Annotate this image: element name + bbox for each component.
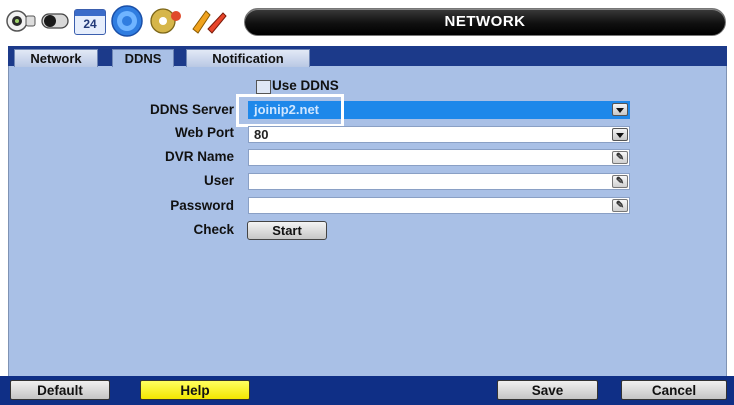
start-button[interactable]: Start	[247, 221, 327, 240]
ddns-server-label: DDNS Server	[149, 102, 234, 117]
pencil-icon[interactable]: ✎	[612, 199, 628, 212]
use-ddns-label: Use DDNS	[272, 78, 339, 93]
pencil-icon[interactable]: ✎	[612, 151, 628, 164]
tab-notification[interactable]: Notification	[186, 49, 310, 67]
user-field[interactable]: ✎	[248, 173, 630, 190]
dvr-name-label: DVR Name	[164, 149, 234, 164]
calendar-icon[interactable]: 24	[74, 9, 106, 35]
cancel-button[interactable]: Cancel	[621, 380, 727, 400]
page-title: NETWORK	[444, 13, 526, 30]
help-button[interactable]: Help	[140, 380, 250, 400]
pencil-icon[interactable]: ✎	[612, 175, 628, 188]
record-icon[interactable]	[40, 7, 70, 35]
use-ddns-checkbox[interactable]	[256, 80, 271, 94]
top-toolbar: 24 NETWORK	[0, 0, 734, 46]
network-icon[interactable]	[110, 5, 144, 37]
selection-highlight	[236, 94, 344, 127]
tab-ddns[interactable]: DDNS	[112, 49, 174, 67]
tools-icon[interactable]	[190, 7, 228, 35]
check-label: Check	[193, 222, 234, 237]
disc-icon[interactable]	[150, 7, 184, 35]
title-bar: NETWORK	[244, 8, 726, 36]
tab-network[interactable]: Network	[14, 49, 98, 67]
camera-icon[interactable]	[6, 7, 36, 35]
chevron-down-icon[interactable]	[612, 128, 628, 141]
password-field[interactable]: ✎	[248, 197, 630, 214]
save-button[interactable]: Save	[497, 380, 598, 400]
web-port-label: Web Port	[174, 125, 234, 140]
web-port-value: 80	[254, 127, 269, 142]
user-label: User	[203, 173, 234, 188]
web-port-select[interactable]: 80	[248, 126, 630, 143]
chevron-down-icon[interactable]	[612, 103, 628, 116]
calendar-day: 24	[83, 17, 97, 31]
default-button[interactable]: Default	[10, 380, 110, 400]
password-label: Password	[170, 198, 234, 213]
dvr-name-field[interactable]: ✎	[248, 149, 630, 166]
tab-strip: Network DDNS Notification	[8, 46, 727, 67]
